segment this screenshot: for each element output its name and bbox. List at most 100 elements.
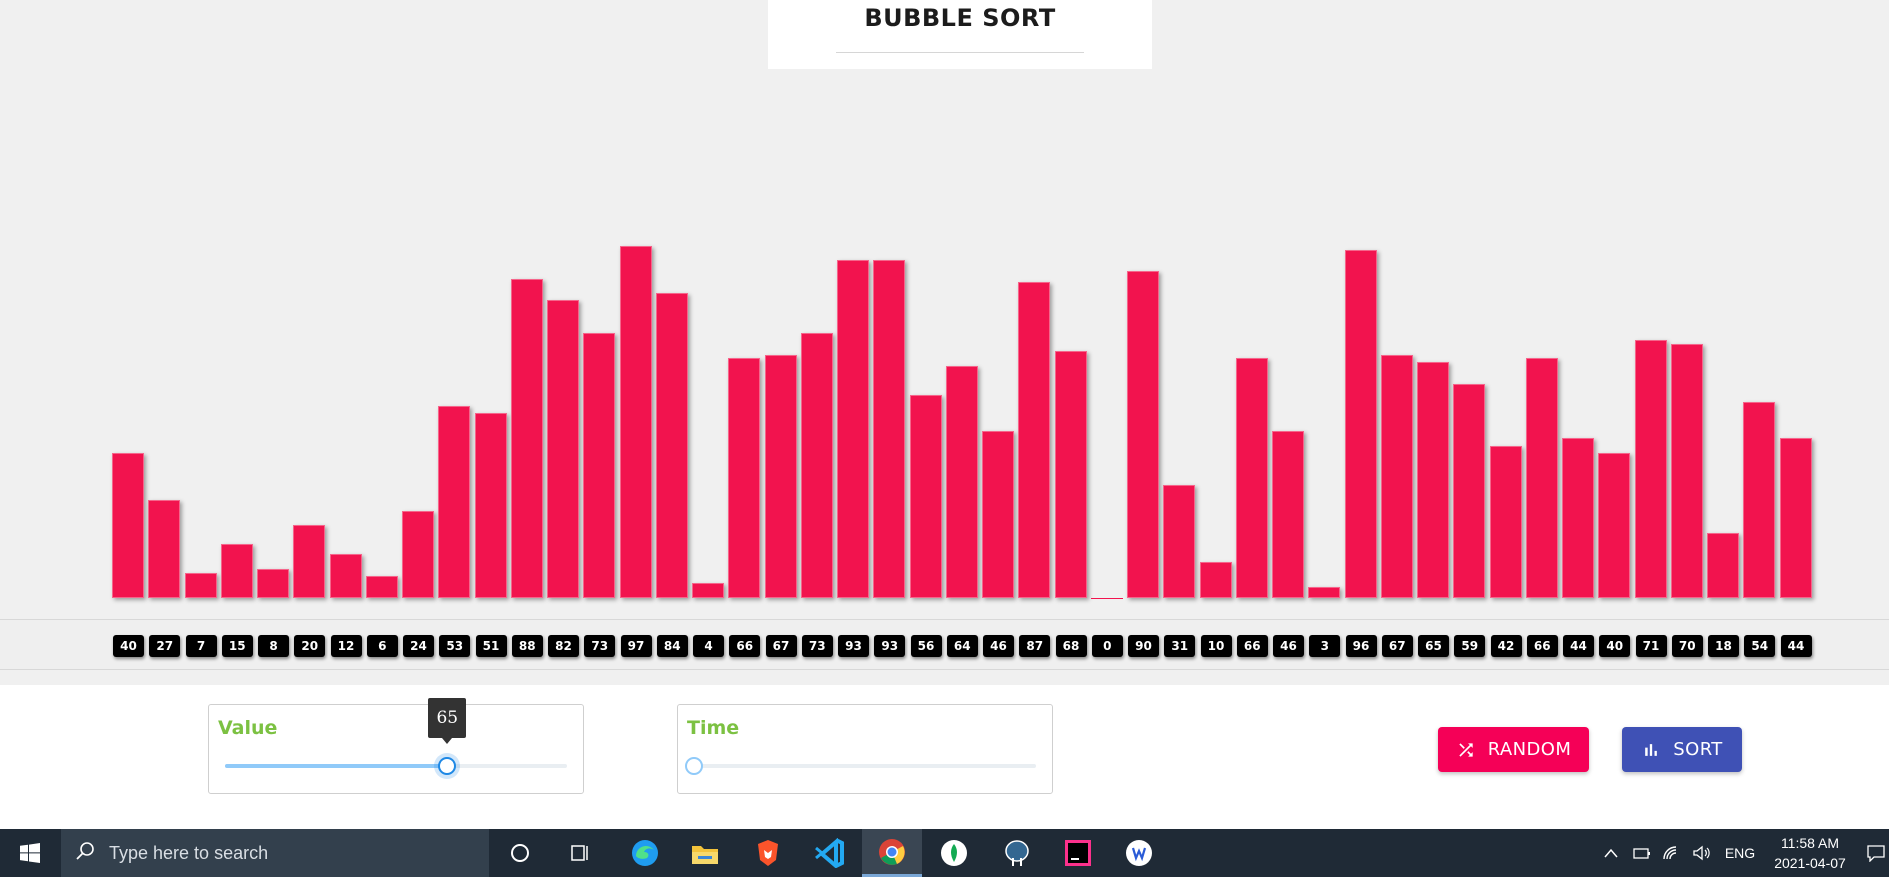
bar-value-label: 64: [946, 635, 978, 657]
bar-value-label: 97: [620, 635, 652, 657]
bar-value-label: 3: [1309, 635, 1341, 657]
value-slider-tooltip: 65: [428, 698, 467, 744]
bar-value-label: 66: [1526, 635, 1558, 657]
value-slider-thumb[interactable]: [438, 757, 457, 775]
time-slider-thumb[interactable]: [685, 757, 703, 775]
chrome-icon[interactable]: [862, 829, 922, 877]
bar: [982, 431, 1014, 598]
battery-icon[interactable]: [1628, 829, 1656, 877]
bar-value-label: 7: [185, 635, 217, 657]
intellij-icon[interactable]: [1058, 829, 1098, 877]
bar-value-label: 44: [1780, 635, 1812, 657]
bar: [1272, 431, 1304, 598]
time-slider-label: Time: [687, 717, 740, 739]
bar: [1562, 438, 1594, 598]
bar: [945, 365, 978, 598]
bar: [1090, 598, 1123, 599]
app-icon[interactable]: [1118, 829, 1160, 877]
vscode-icon[interactable]: [808, 829, 850, 877]
task-view-icon[interactable]: [560, 829, 600, 877]
file-explorer-icon[interactable]: [684, 829, 726, 877]
random-button-label: RANDOM: [1487, 739, 1572, 760]
bar: [1199, 561, 1232, 598]
bar: [909, 394, 942, 598]
bar: [692, 583, 724, 598]
bar-value-label: 4: [693, 635, 724, 657]
bar-value-label: 0: [1091, 635, 1123, 657]
bar-value-label: 6: [366, 635, 398, 657]
bar: [112, 452, 144, 598]
bar: [728, 358, 761, 598]
bar: [1308, 587, 1341, 598]
windows-start-icon[interactable]: [0, 829, 60, 877]
value-slider-track[interactable]: 65: [225, 698, 567, 775]
bar-value-label: 88: [511, 635, 543, 657]
bar: [1598, 452, 1631, 598]
bar: [837, 260, 869, 598]
language-indicator[interactable]: ENG: [1722, 829, 1758, 877]
wifi-icon[interactable]: [1658, 829, 1686, 877]
bar: [184, 572, 217, 598]
bar: [1634, 340, 1667, 598]
bar-value-label: 53: [439, 635, 471, 657]
bar-value-label: 84: [656, 635, 688, 657]
volume-icon[interactable]: [1688, 829, 1716, 877]
random-button[interactable]: RANDOM: [1438, 727, 1589, 772]
clock-time: 11:58 AM: [1780, 835, 1840, 851]
value-slider-label: Value: [218, 717, 278, 739]
taskbar-search-box[interactable]: Type here to search: [61, 829, 489, 877]
bar-value-label: 12: [330, 635, 362, 657]
time-slider-track[interactable]: [685, 757, 1036, 775]
sort-button-label: SORT: [1673, 739, 1723, 760]
mongodb-compass-icon[interactable]: [934, 829, 974, 877]
bar-value-label: 8: [258, 635, 289, 657]
bar: [1743, 401, 1776, 598]
bar: [1707, 532, 1739, 598]
bar: [1235, 358, 1268, 598]
bar: [1054, 351, 1087, 598]
bar: [1344, 249, 1377, 598]
bar-value-label: 73: [801, 635, 833, 657]
bar: [148, 499, 181, 598]
sort-button[interactable]: SORT: [1622, 727, 1742, 772]
value-slider-card: Value 65: [208, 698, 584, 794]
bar: [1489, 445, 1522, 598]
bar-value-label: 93: [838, 635, 869, 657]
bar: [438, 405, 471, 598]
bar: [764, 354, 797, 598]
clock[interactable]: 11:58 AM 2021-04-07: [1760, 833, 1860, 873]
value-label-strip: 40 27 7 15 8 20 12 6 24 53 51 88 82 73 97 84 4 66 67 73 93 93…: [0, 619, 1889, 670]
edge-icon[interactable]: [624, 829, 666, 877]
bar-value-label: 18: [1708, 635, 1739, 657]
notifications-icon[interactable]: [1862, 829, 1889, 877]
bar-value-label: 44: [1563, 635, 1594, 657]
bar: [257, 568, 289, 598]
bar: [873, 260, 906, 598]
bar: [583, 333, 616, 598]
bar-value-label: 27: [149, 635, 181, 657]
bar-value-label: 73: [584, 635, 616, 657]
bar: [1525, 358, 1558, 598]
pgadmin-icon[interactable]: [996, 829, 1038, 877]
bar-value-label: 82: [548, 635, 579, 657]
cortana-icon[interactable]: [500, 829, 540, 877]
bar: [800, 333, 833, 598]
bar-value-label: 10: [1200, 635, 1232, 657]
bar: [1453, 383, 1486, 598]
brave-icon[interactable]: [748, 829, 788, 877]
bar: [1163, 485, 1196, 598]
bar: [474, 412, 507, 598]
bar: [510, 278, 543, 598]
bar: [1417, 362, 1449, 598]
bar: [1018, 282, 1051, 598]
bar-value-label: 40: [113, 635, 144, 657]
bar-value-label: 20: [294, 635, 326, 657]
bar-value-label: 70: [1671, 635, 1703, 657]
bar-value-label: 65: [1418, 635, 1449, 657]
chevron-up-icon[interactable]: [1598, 829, 1624, 877]
clock-date: 2021-04-07: [1774, 855, 1846, 871]
search-icon: [75, 841, 95, 866]
bar: [220, 543, 253, 598]
bar-value-label: 68: [1055, 635, 1087, 657]
bar: [655, 293, 688, 598]
